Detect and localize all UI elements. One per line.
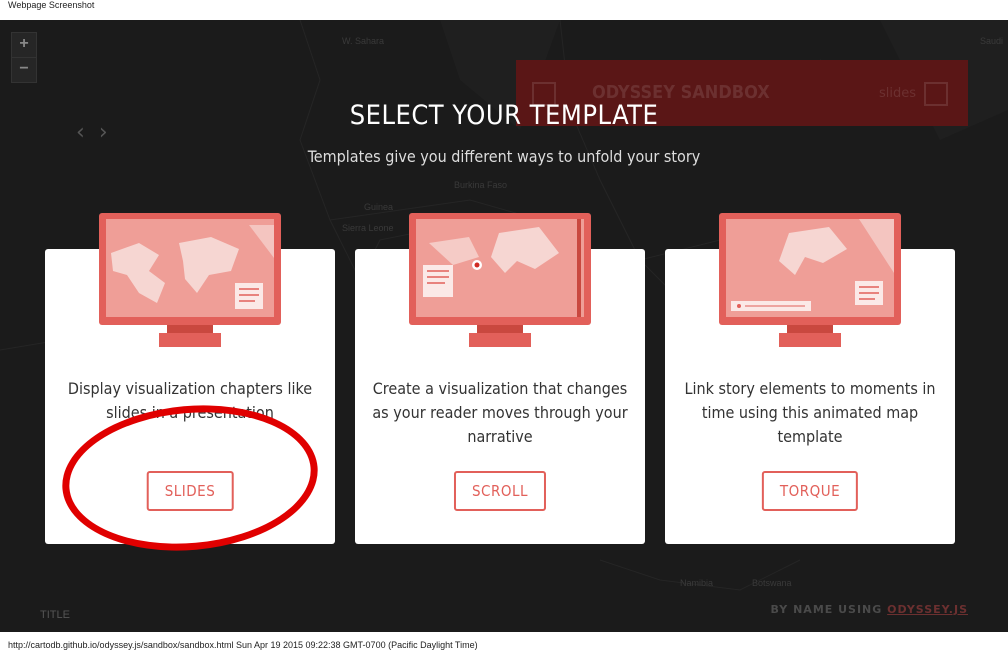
screenshot-caption: Webpage Screenshot	[8, 0, 95, 10]
map-label: Sierra Leone	[342, 223, 394, 233]
template-mode-label: slides	[878, 86, 916, 101]
credit-prefix: BY NAME USING	[770, 603, 883, 616]
map-label: Namibia	[680, 578, 714, 588]
zoom-out-button[interactable]: −	[12, 57, 36, 82]
screenshot-url-caption: http://cartodb.github.io/odyssey.js/sand…	[8, 640, 478, 650]
slides-monitor-icon	[99, 213, 281, 347]
map-label: Botswana	[752, 578, 792, 588]
torque-monitor-icon	[719, 213, 901, 347]
map-label: Saudi	[980, 36, 1004, 46]
map-label: W. Sahara	[342, 36, 385, 46]
map-label: Guinea	[364, 202, 394, 212]
template-description: Link story elements to moments in time u…	[684, 379, 936, 446]
modal-heading: SELECT YOUR TEMPLATE	[349, 100, 659, 131]
modal-subheading: Templates give you different ways to unf…	[307, 147, 701, 166]
zoom-in-button[interactable]: +	[12, 33, 36, 57]
scroll-monitor-icon	[409, 213, 591, 347]
zoom-control: + −	[11, 32, 37, 83]
odyssey-link: ODYSSEY.JS	[887, 603, 968, 616]
story-title: TITLE	[40, 609, 70, 621]
map-label: Burkina Faso	[454, 180, 508, 190]
scroll-button[interactable]: SCROLL	[453, 471, 547, 511]
story-credit: BY NAME USING ODYSSEY.JS	[771, 603, 968, 616]
template-description: Create a visualization that changes as y…	[372, 379, 628, 446]
torque-button[interactable]: TORQUE	[761, 471, 859, 511]
